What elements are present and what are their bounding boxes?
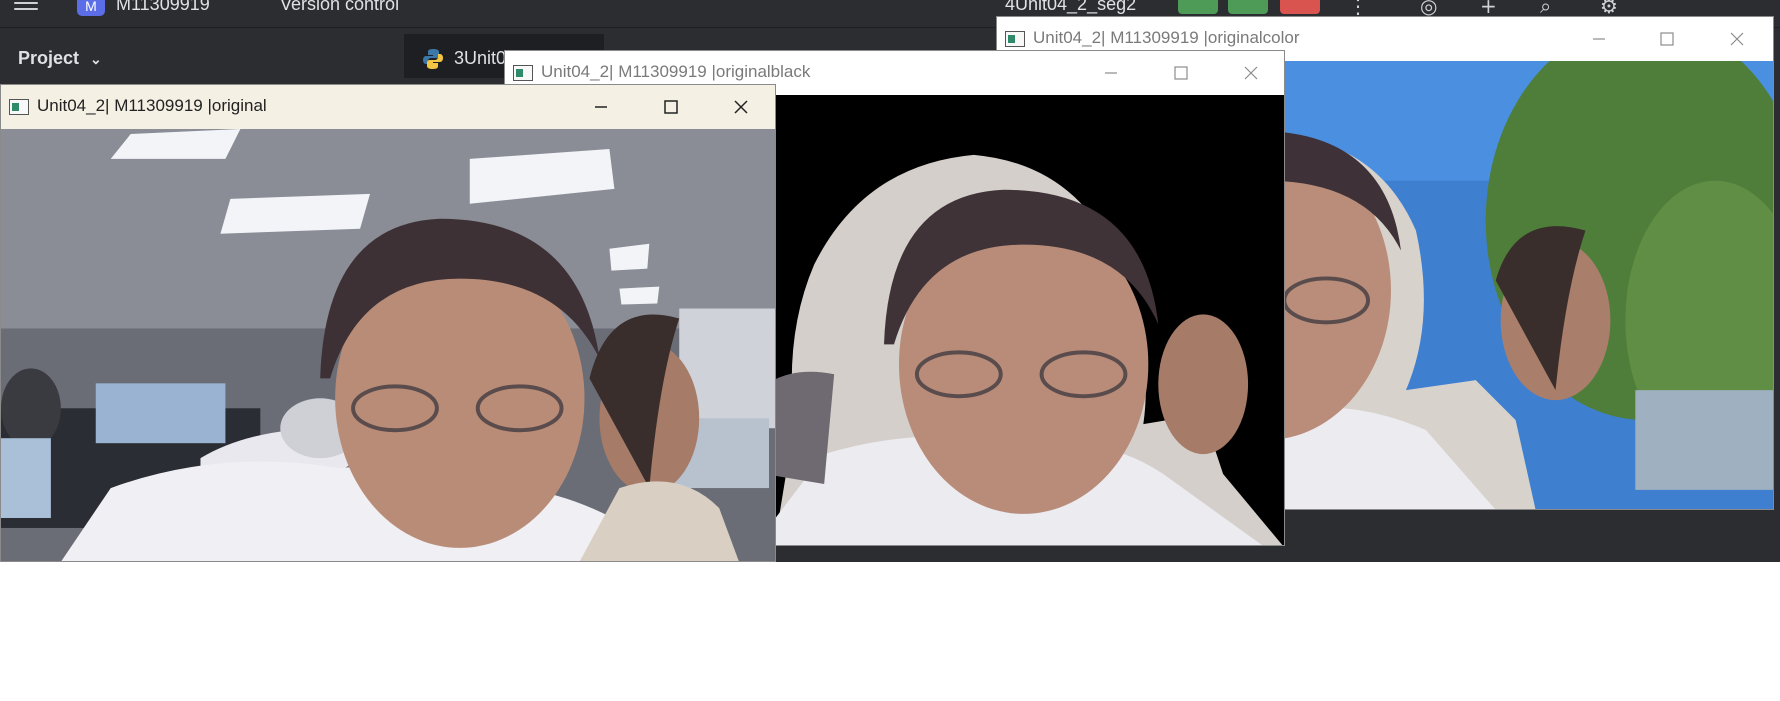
chevron-down-icon: ⌄ [90, 51, 102, 67]
main-menu-icon[interactable] [14, 2, 38, 16]
window-original[interactable]: Unit04_2| M11309919 |original [0, 84, 776, 562]
original-frame [1, 129, 775, 561]
maximize-icon [664, 100, 678, 114]
window-title: Unit04_2| M11309919 |originalblack [541, 62, 811, 81]
debug-button[interactable] [1228, 0, 1268, 14]
minimize-button[interactable] [1077, 51, 1145, 95]
close-button[interactable] [1703, 17, 1771, 61]
maximize-button[interactable] [637, 85, 705, 129]
minimize-icon [1105, 72, 1117, 74]
run-configuration-selector[interactable]: 4Unit04_2_seg2 [1005, 0, 1136, 15]
minimize-icon [1593, 38, 1605, 40]
window-title: Unit04_2| M11309919 |originalcolor [1033, 28, 1300, 47]
maximize-button[interactable] [1147, 51, 1215, 95]
run-button[interactable] [1178, 0, 1218, 14]
maximize-icon [1660, 32, 1674, 46]
project-panel-header[interactable]: Project ⌄ [18, 48, 102, 69]
minimize-icon [595, 106, 607, 108]
close-icon [734, 100, 748, 114]
close-icon [1244, 66, 1258, 80]
stop-button[interactable] [1280, 0, 1320, 14]
camera-image [1, 129, 775, 561]
minimize-button[interactable] [1565, 17, 1633, 61]
project-badge[interactable]: M [77, 0, 105, 16]
minimize-button[interactable] [567, 85, 635, 129]
project-panel-label: Project [18, 48, 80, 68]
python-file-icon [423, 49, 443, 69]
app-window-icon [9, 99, 29, 115]
maximize-button[interactable] [1633, 17, 1701, 61]
close-button[interactable] [1217, 51, 1284, 95]
close-icon [1730, 32, 1744, 46]
titlebar-original[interactable]: Unit04_2| M11309919 |original [1, 85, 775, 129]
maximize-icon [1174, 66, 1188, 80]
version-control-menu[interactable]: Version control [280, 0, 399, 15]
app-window-icon [513, 65, 533, 81]
window-title: Unit04_2| M11309919 |original [37, 96, 267, 115]
editor-tab-label: 3Unit0 [454, 48, 507, 68]
app-window-icon [1005, 31, 1025, 47]
close-button[interactable] [707, 85, 775, 129]
desktop: M M11309919 Version control 4Unit04_2_se… [0, 0, 1780, 701]
project-selector[interactable]: M11309919 [116, 0, 210, 15]
